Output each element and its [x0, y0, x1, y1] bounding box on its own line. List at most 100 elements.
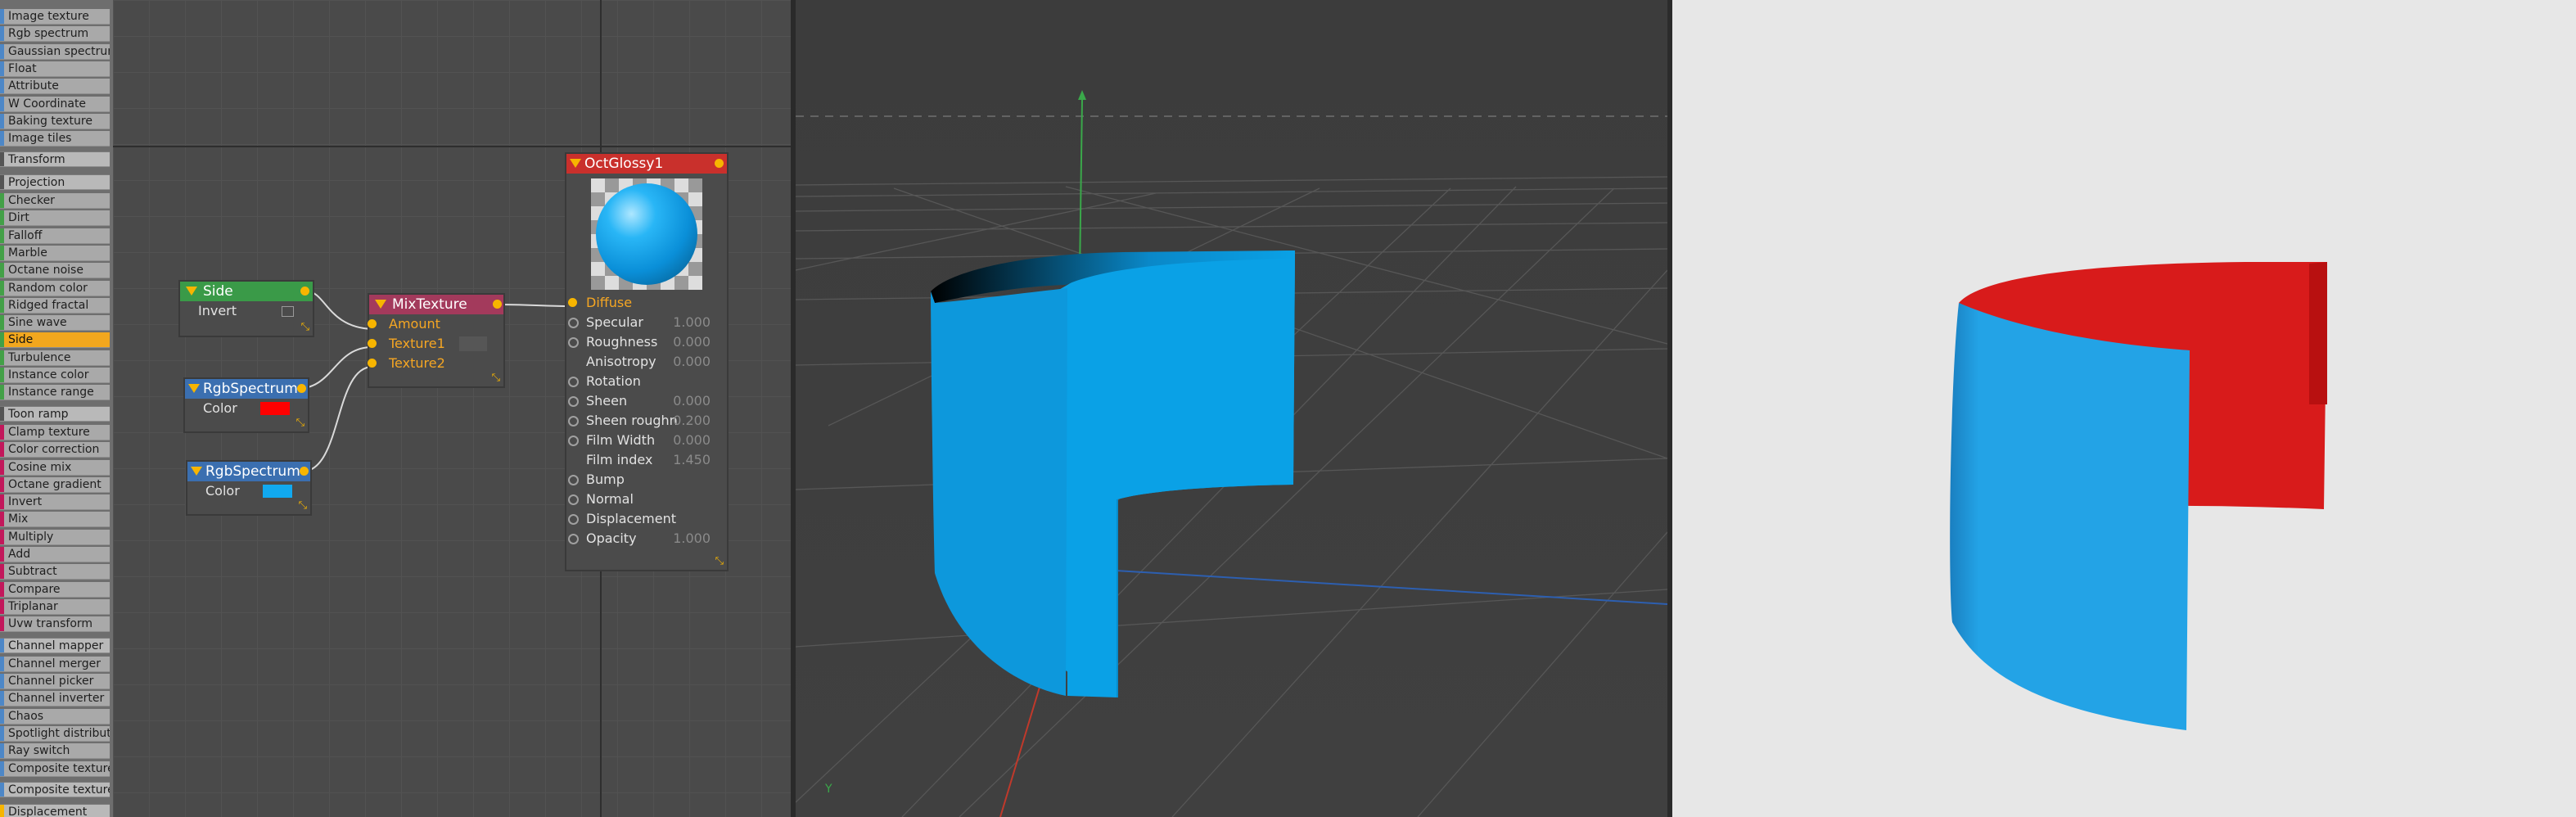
param-input-port[interactable] [568, 436, 579, 446]
node-list-item[interactable]: Dirt [0, 210, 110, 227]
color-swatch-red[interactable] [260, 402, 290, 415]
param-input-port[interactable] [568, 416, 579, 427]
node-list-item[interactable]: Composite texture l [0, 781, 110, 797]
node-list-item[interactable]: Instance color [0, 368, 110, 383]
collapse-triangle-icon[interactable] [570, 159, 581, 168]
node-list-item[interactable]: Checker [0, 193, 110, 209]
rgb-spectrum-1-header[interactable]: RgbSpectrum [185, 379, 308, 399]
resize-grip-icon[interactable]: ⤡ [299, 500, 307, 511]
node-list-item[interactable]: Clamp texture [0, 424, 110, 440]
param-value[interactable]: 0.000 [673, 332, 711, 352]
octglossy-node[interactable]: OctGlossy1 Diffuse Specular 1.000 Roughness… [566, 154, 727, 570]
mix-texture-node[interactable]: MixTexture Amount Texture1 Texture2 ⤡ [368, 295, 503, 386]
node-list-item[interactable]: Falloff [0, 228, 110, 244]
param-input-port[interactable] [568, 318, 579, 328]
node-list-item[interactable]: Displacement [0, 804, 110, 817]
node-list-item[interactable]: Image texture [0, 9, 110, 25]
node-list-item[interactable]: Attribute [0, 79, 110, 95]
octglossy-param-row[interactable]: Specular 1.000 [566, 313, 727, 332]
node-list-panel[interactable]: Image texture Rgb spectrum Gaussian spectr… [0, 0, 113, 817]
node-list-item[interactable]: Mix [0, 512, 110, 528]
node-list-item[interactable]: Random color [0, 280, 110, 296]
param-input-port[interactable] [568, 298, 577, 307]
octglossy-param-row[interactable]: Displacement [566, 509, 727, 529]
collapse-triangle-icon[interactable] [188, 384, 200, 393]
param-value[interactable]: 1.450 [673, 450, 711, 470]
node-list-item[interactable]: Triplanar [0, 598, 110, 615]
node-list-item[interactable]: Octane gradient [0, 476, 110, 493]
param-input-port[interactable] [568, 337, 579, 348]
node-list-item[interactable]: Float [0, 61, 110, 77]
color-swatch-blue[interactable] [263, 485, 292, 498]
octglossy-param-row[interactable]: Sheen 0.000 [566, 391, 727, 411]
node-list-item[interactable]: Channel merger [0, 656, 110, 672]
octglossy-param-row[interactable]: Opacity 1.000 [566, 529, 727, 548]
3d-viewport[interactable]: Y [791, 0, 1667, 817]
node-list-item[interactable]: Instance range [0, 385, 110, 401]
rgb-spectrum-node-1[interactable]: RgbSpectrum Color ⤡ [185, 379, 308, 431]
rgb-spectrum-node-2[interactable]: RgbSpectrum Color ⤡ [187, 462, 310, 514]
node-list-item[interactable]: Image tiles [0, 131, 110, 147]
node-list-item[interactable]: Add [0, 547, 110, 562]
mix-texture-header[interactable]: MixTexture [369, 295, 503, 314]
node-list-item[interactable]: Ridged fractal [0, 297, 110, 314]
render-view[interactable] [1667, 0, 2576, 817]
node-list-item[interactable]: Channel mapper [0, 637, 110, 653]
octglossy-param-row[interactable]: Roughness 0.000 [566, 332, 727, 352]
resize-grip-icon[interactable]: ⤡ [492, 372, 500, 383]
node-list-item[interactable]: Channel picker [0, 674, 110, 690]
rgb-spectrum-1-output-port[interactable] [297, 384, 306, 393]
mix-texture-output-port[interactable] [493, 300, 502, 309]
param-input-port[interactable] [568, 514, 579, 525]
collapse-triangle-icon[interactable] [375, 300, 386, 309]
node-list-item[interactable]: Ray switch [0, 743, 110, 760]
node-list-item[interactable]: Toon ramp [0, 405, 110, 422]
node-list-item[interactable]: Gaussian spectrum [0, 43, 110, 60]
param-input-port[interactable] [568, 494, 579, 505]
node-list-item[interactable]: Marble [0, 245, 110, 261]
octglossy-header[interactable]: OctGlossy1 [566, 154, 727, 174]
resize-grip-icon[interactable]: ⤡ [715, 556, 724, 566]
octglossy-output-port[interactable] [715, 159, 724, 168]
node-list-item[interactable]: Octane noise [0, 263, 110, 279]
node-list-item[interactable]: Multiply [0, 529, 110, 545]
node-list-item[interactable]: Color correction [0, 442, 110, 458]
node-list-item[interactable]: Side [0, 332, 110, 349]
param-value[interactable]: 0.000 [673, 391, 711, 411]
node-list-item[interactable]: Baking texture [0, 113, 110, 129]
param-input-port[interactable] [568, 377, 579, 387]
node-list-item[interactable]: Spotlight distributio [0, 726, 110, 742]
param-input-port[interactable] [568, 534, 579, 544]
octglossy-param-row[interactable]: Sheen roughn 0.200 [566, 411, 727, 431]
node-list-item[interactable]: Sine wave [0, 315, 110, 332]
collapse-triangle-icon[interactable] [191, 467, 202, 476]
side-node-header[interactable]: Side [180, 282, 313, 301]
node-list-item[interactable]: Cosine mix [0, 459, 110, 476]
collapse-triangle-icon[interactable] [186, 287, 197, 296]
param-value[interactable]: 0.200 [673, 411, 711, 431]
node-list-item[interactable]: Uvw transform [0, 616, 110, 633]
invert-checkbox[interactable] [282, 306, 294, 317]
resize-grip-icon[interactable]: ⤡ [296, 418, 305, 428]
node-list-item[interactable]: Rgb spectrum [0, 26, 110, 43]
octglossy-param-row[interactable]: Bump [566, 470, 727, 490]
side-output-port[interactable] [300, 287, 309, 296]
rgb-spectrum-2-output-port[interactable] [300, 467, 309, 476]
octglossy-param-row[interactable]: Film Width 0.000 [566, 431, 727, 450]
side-node[interactable]: Side Invert ⤡ [180, 282, 313, 336]
node-editor[interactable]: Side Invert ⤡ RgbSpectrum Color ⤡ RgbSpe… [113, 0, 791, 817]
node-list-item[interactable]: Invert [0, 494, 110, 511]
node-list-item[interactable]: Composite texture [0, 761, 110, 777]
node-list-item[interactable]: W Coordinate [0, 96, 110, 112]
param-value[interactable]: 0.000 [673, 431, 711, 450]
rgb-spectrum-2-header[interactable]: RgbSpectrum [187, 462, 310, 481]
param-value[interactable]: 1.000 [673, 313, 711, 332]
amount-input-port[interactable] [368, 319, 377, 328]
param-input-port[interactable] [568, 396, 579, 407]
octglossy-param-row[interactable]: Rotation [566, 372, 727, 391]
node-list-item[interactable]: Channel inverter [0, 691, 110, 707]
node-list-item[interactable]: Transform [0, 151, 110, 168]
octglossy-param-row[interactable]: Normal [566, 490, 727, 509]
node-list-item[interactable]: Chaos [0, 708, 110, 724]
param-value[interactable]: 0.000 [673, 352, 711, 372]
